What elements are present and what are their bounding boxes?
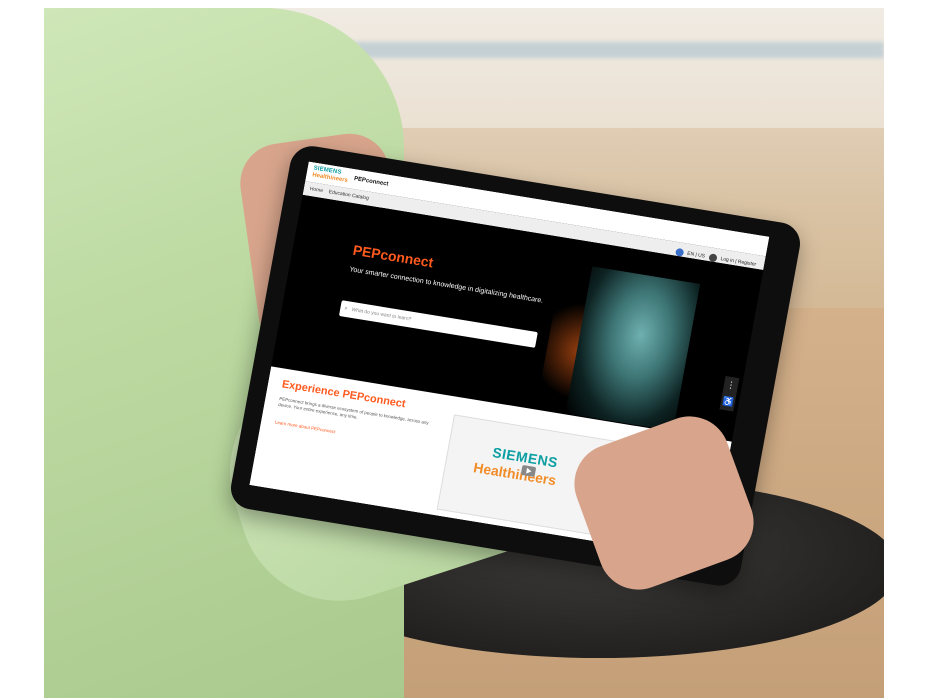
play-icon[interactable] <box>520 464 537 477</box>
photo-scene: SIEMENS Healthineers PEPconnect Home Edu… <box>44 8 884 698</box>
siemens-logo[interactable]: SIEMENS Healthineers <box>312 165 350 184</box>
search-bar[interactable]: ⌕ What do you want to learn? <box>338 300 538 348</box>
menu-icon: ⋮ <box>725 379 737 391</box>
app-name: PEPconnect <box>353 176 389 188</box>
search-placeholder: What do you want to learn? <box>351 306 412 323</box>
learn-more-link[interactable]: Learn more about PEPconnect <box>275 420 336 435</box>
hero-title: PEPconnect <box>351 241 435 271</box>
search-icon: ⌕ <box>343 305 349 312</box>
hero-subtitle: Your smarter connection to knowledge in … <box>348 266 544 305</box>
accessibility-icon: ♿ <box>721 395 735 408</box>
nav-home[interactable]: Home <box>309 186 323 194</box>
